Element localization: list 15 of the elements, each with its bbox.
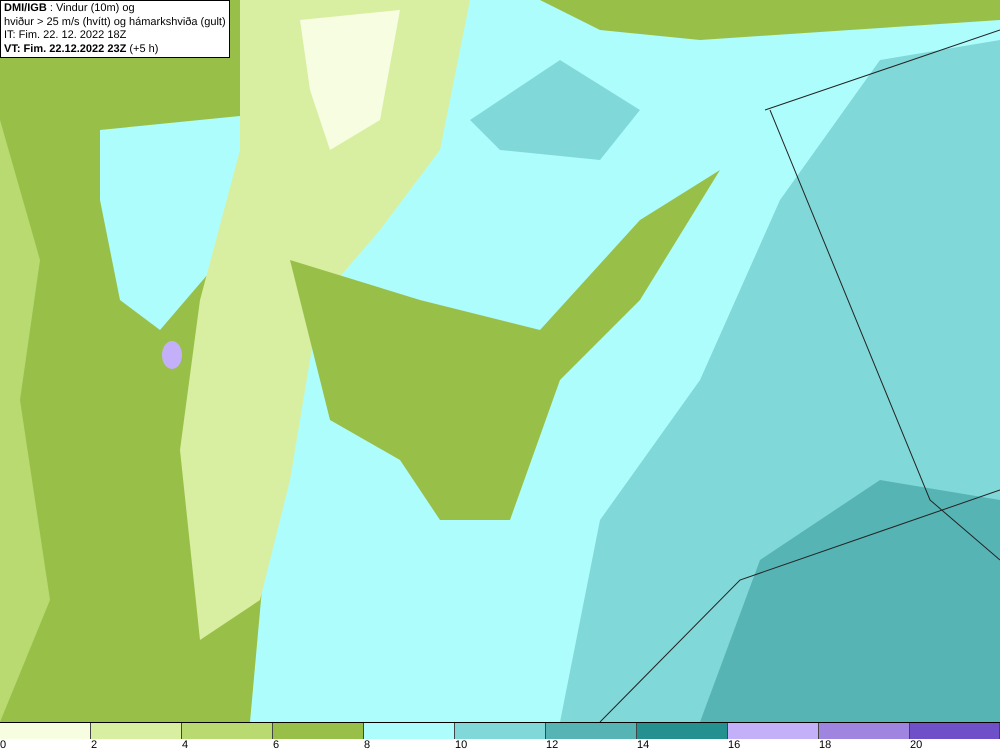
legend-label: 12: [546, 739, 558, 752]
map-title-line: IT: Fim. 22. 12. 2022 18Z: [4, 29, 128, 42]
legend-label: 16: [728, 739, 740, 752]
legend-label: 10: [455, 739, 468, 752]
legend-label: 14: [637, 739, 650, 752]
map-title-line: DMI/IGB : Vindur (10m) og: [4, 2, 136, 16]
legend-label: 20: [910, 739, 922, 752]
legend-label: 8: [364, 739, 370, 752]
legend-label: 6: [273, 739, 280, 752]
map-title-line: hviður > 25 m/s (hvítt) og hámarkshviða (gult): [4, 16, 226, 29]
legend-label: 2: [91, 739, 98, 752]
legend-label: 0: [0, 739, 6, 752]
map-title-line: VT: Fim. 22.12.2022 23Z (+5 h): [4, 42, 160, 56]
legend-label: 18: [819, 739, 832, 752]
legend-label: 4: [182, 739, 188, 752]
